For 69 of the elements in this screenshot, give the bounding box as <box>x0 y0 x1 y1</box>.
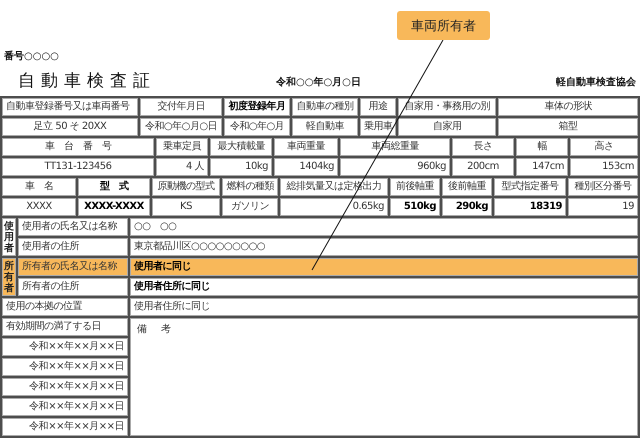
group-label: 所有者 <box>2 258 16 296</box>
expiry-date: 令和××年××月××日 <box>2 358 128 376</box>
field-value: ○○ ○○ <box>130 218 638 236</box>
field-label: 後前軸重 <box>442 178 492 196</box>
field-label: 車両重量 <box>274 138 338 156</box>
field-value: 10kg <box>210 158 272 176</box>
field-label: 自動車登録番号又は車両番号 <box>2 98 138 116</box>
field-label: 所有者の氏名又は名称 <box>18 258 128 276</box>
field-value: 18319 <box>494 198 566 216</box>
group-label: 使用者 <box>2 218 16 256</box>
expiry-date: 令和××年××月××日 <box>2 338 128 356</box>
field-value: 960kg <box>340 158 450 176</box>
field-value: 153cm <box>570 158 638 176</box>
field-label: 幅 <box>516 138 568 156</box>
field-label: 使用の本拠の位置 <box>2 298 128 316</box>
field-value: 乗用車 <box>360 118 396 136</box>
field-value: 0.65kg <box>280 198 388 216</box>
field-value: 令和○年○月○日 <box>140 118 222 136</box>
field-label: 高さ <box>570 138 638 156</box>
field-label: 型式指定番号 <box>494 178 566 196</box>
field-label: 燃料の種類 <box>222 178 278 196</box>
field-label: 交付年月日 <box>140 98 222 116</box>
field-value: 19 <box>568 198 638 216</box>
field-value: 510kg <box>390 198 440 216</box>
field-label: 自動車の種別 <box>292 98 358 116</box>
field-value: 使用者住所に同じ <box>130 298 638 316</box>
field-label: 車 台 番 号 <box>2 138 154 156</box>
field-value: 令和○年○月 <box>224 118 290 136</box>
field-value: XXXX <box>2 198 76 216</box>
field-label: 車体の形状 <box>498 98 638 116</box>
field-label: 使用者の氏名又は名称 <box>18 218 128 236</box>
remarks-field: 備 考 <box>130 318 638 436</box>
field-value: 200cm <box>452 158 514 176</box>
expiry-date: 令和××年××月××日 <box>2 418 128 436</box>
certificate-number: 番号○○○○ <box>4 50 59 63</box>
field-value: ガソリン <box>222 198 278 216</box>
field-label: 用途 <box>360 98 396 116</box>
field-value: 軽自動車 <box>292 118 358 136</box>
expiry-date: 令和××年××月××日 <box>2 398 128 416</box>
field-value: XXXX-XXXX <box>78 198 150 216</box>
field-value: 147cm <box>516 158 568 176</box>
field-label: 最大積載量 <box>210 138 272 156</box>
field-label: 長さ <box>452 138 514 156</box>
callout-label: 車両所有者 <box>397 11 490 40</box>
field-value: 290kg <box>442 198 492 216</box>
field-value: KS <box>152 198 220 216</box>
field-label: 所有者の住所 <box>18 278 128 296</box>
field-label: 車 名 <box>2 178 76 196</box>
field-label: 型 式 <box>78 178 150 196</box>
field-value: 足立 50 そ 20XX <box>2 118 138 136</box>
field-value: 4 人 <box>156 158 208 176</box>
expiry-date: 令和××年××月××日 <box>2 378 128 396</box>
field-value: 自家用 <box>398 118 496 136</box>
field-label: 有効期間の満了する日 <box>2 318 128 336</box>
document-title: 自動車検査証 <box>18 70 157 92</box>
field-value: 箱型 <box>498 118 638 136</box>
field-label: 原動機の型式 <box>152 178 220 196</box>
field-label: 使用者の住所 <box>18 238 128 256</box>
field-label: 前後軸重 <box>390 178 440 196</box>
field-value: 使用者住所に同じ <box>130 278 638 296</box>
field-value: 1404kg <box>274 158 338 176</box>
field-value: TT131-123456 <box>2 158 154 176</box>
issue-date: 令和○○年○月○日 <box>276 76 361 89</box>
field-value: 東京都品川区○○○○○○○○○ <box>130 238 638 256</box>
field-value: 使用者に同じ <box>130 258 638 276</box>
field-label: 乗車定員 <box>156 138 208 156</box>
field-label: 種別区分番号 <box>568 178 638 196</box>
field-label: 初度登録年月 <box>224 98 290 116</box>
issuer-name: 軽自動車検査協会 <box>556 76 636 89</box>
